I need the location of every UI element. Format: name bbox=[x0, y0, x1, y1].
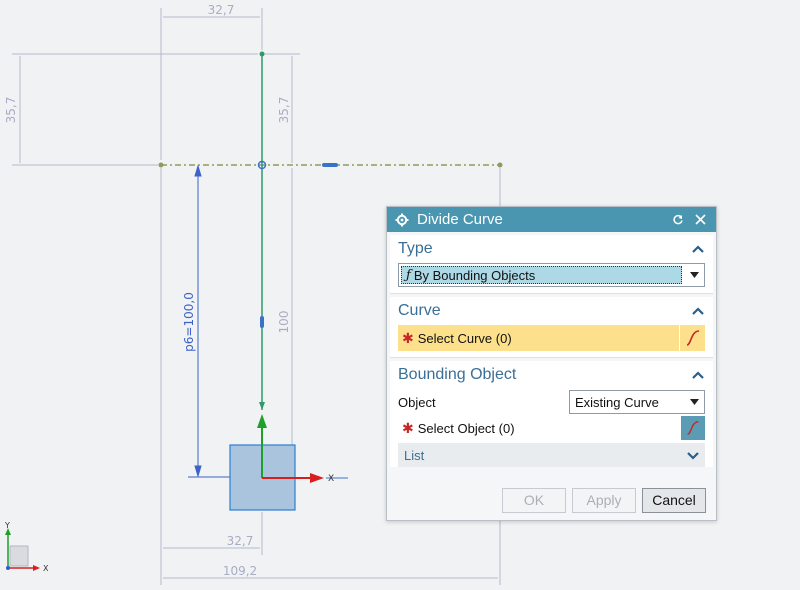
chevron-up-icon[interactable] bbox=[691, 368, 705, 382]
curve-midpoint-marker[interactable] bbox=[260, 316, 264, 328]
dim-text-height-100[interactable]: 100 bbox=[277, 311, 291, 334]
required-asterisk-icon: ✱ bbox=[402, 329, 414, 346]
type-section-label: Type bbox=[398, 240, 433, 257]
triad-x-label: X bbox=[43, 564, 49, 573]
select-object-label: Select Object (0) bbox=[417, 420, 515, 436]
reference-midpoint-marker[interactable] bbox=[322, 163, 338, 167]
origin-y-arrow bbox=[257, 414, 267, 428]
reset-icon[interactable] bbox=[670, 212, 686, 228]
type-section-header[interactable]: Type bbox=[390, 235, 713, 263]
list-label: List bbox=[404, 447, 425, 463]
object-dropdown-value: Existing Curve bbox=[575, 394, 659, 410]
cancel-button[interactable]: Cancel bbox=[642, 487, 706, 513]
dialog-footer: OK Apply Cancel bbox=[387, 480, 716, 520]
curve-section-label: Curve bbox=[398, 302, 441, 319]
dim-text-top-width[interactable]: 32,7 bbox=[208, 3, 235, 17]
curve-select-icon[interactable] bbox=[681, 416, 705, 440]
gear-icon[interactable] bbox=[395, 213, 409, 227]
curve-section: Curve ✱ Select Curve (0) bbox=[390, 297, 713, 358]
object-label: Object bbox=[398, 394, 436, 410]
bounding-object-section-header[interactable]: Bounding Object bbox=[390, 361, 713, 389]
object-dropdown[interactable]: Existing Curve bbox=[569, 390, 705, 414]
curve-direction-arrow bbox=[259, 402, 265, 410]
chevron-down-icon[interactable] bbox=[687, 448, 699, 463]
dim-text-right-height[interactable]: 35,7 bbox=[277, 97, 291, 124]
origin-x-arrow bbox=[310, 473, 324, 483]
dim-text-bottom-width[interactable]: 32,7 bbox=[227, 534, 254, 548]
required-asterisk-icon: ✱ bbox=[402, 419, 414, 436]
dimension-top-width bbox=[160, 8, 263, 160]
view-triad bbox=[5, 528, 40, 571]
select-curve-label: Select Curve (0) bbox=[417, 330, 512, 346]
dimension-left-height bbox=[12, 53, 258, 166]
curve-endpoint-top[interactable] bbox=[259, 51, 265, 57]
ok-button[interactable]: OK bbox=[502, 487, 566, 513]
dim-text-p6[interactable]: p6=100,0 bbox=[182, 292, 196, 352]
divide-curve-dialog: Divide Curve Type ƒ By Bounding Objects bbox=[386, 206, 717, 521]
dialog-title: Divide Curve bbox=[417, 211, 503, 228]
bounding-object-section-label: Bounding Object bbox=[398, 366, 517, 383]
type-dropdown[interactable]: ƒ By Bounding Objects bbox=[398, 263, 705, 287]
triad-y-label: Y bbox=[4, 521, 10, 530]
chevron-down-icon[interactable] bbox=[684, 264, 704, 286]
select-curve-row[interactable]: ✱ Select Curve (0) bbox=[398, 325, 705, 351]
dialog-title-bar[interactable]: Divide Curve bbox=[387, 207, 716, 232]
curve-section-header[interactable]: Curve bbox=[390, 297, 713, 325]
list-subsection[interactable]: List bbox=[398, 443, 705, 467]
origin-x-label: X bbox=[328, 474, 334, 484]
type-dropdown-value: ƒ By Bounding Objects bbox=[401, 266, 682, 284]
function-icon: ƒ bbox=[406, 267, 411, 283]
chevron-down-icon[interactable] bbox=[684, 399, 704, 405]
chevron-up-icon[interactable] bbox=[691, 242, 705, 256]
bounding-object-section: Bounding Object Object Existing Curve ✱ … bbox=[390, 361, 713, 467]
apply-button[interactable]: Apply bbox=[572, 487, 636, 513]
dim-text-total-width[interactable]: 109,2 bbox=[223, 564, 257, 578]
reference-endpoint-left[interactable] bbox=[158, 162, 164, 168]
object-row: Object Existing Curve bbox=[398, 389, 705, 415]
type-selected-label: By Bounding Objects bbox=[413, 267, 536, 283]
close-icon[interactable] bbox=[692, 212, 708, 228]
reference-endpoint-right[interactable] bbox=[497, 162, 503, 168]
type-section: Type ƒ By Bounding Objects bbox=[390, 235, 713, 294]
dim-text-left-height[interactable]: 35,7 bbox=[4, 97, 18, 124]
chevron-up-icon[interactable] bbox=[691, 304, 705, 318]
curve-select-icon[interactable] bbox=[679, 325, 705, 351]
select-object-row[interactable]: ✱ Select Object (0) bbox=[398, 415, 705, 441]
